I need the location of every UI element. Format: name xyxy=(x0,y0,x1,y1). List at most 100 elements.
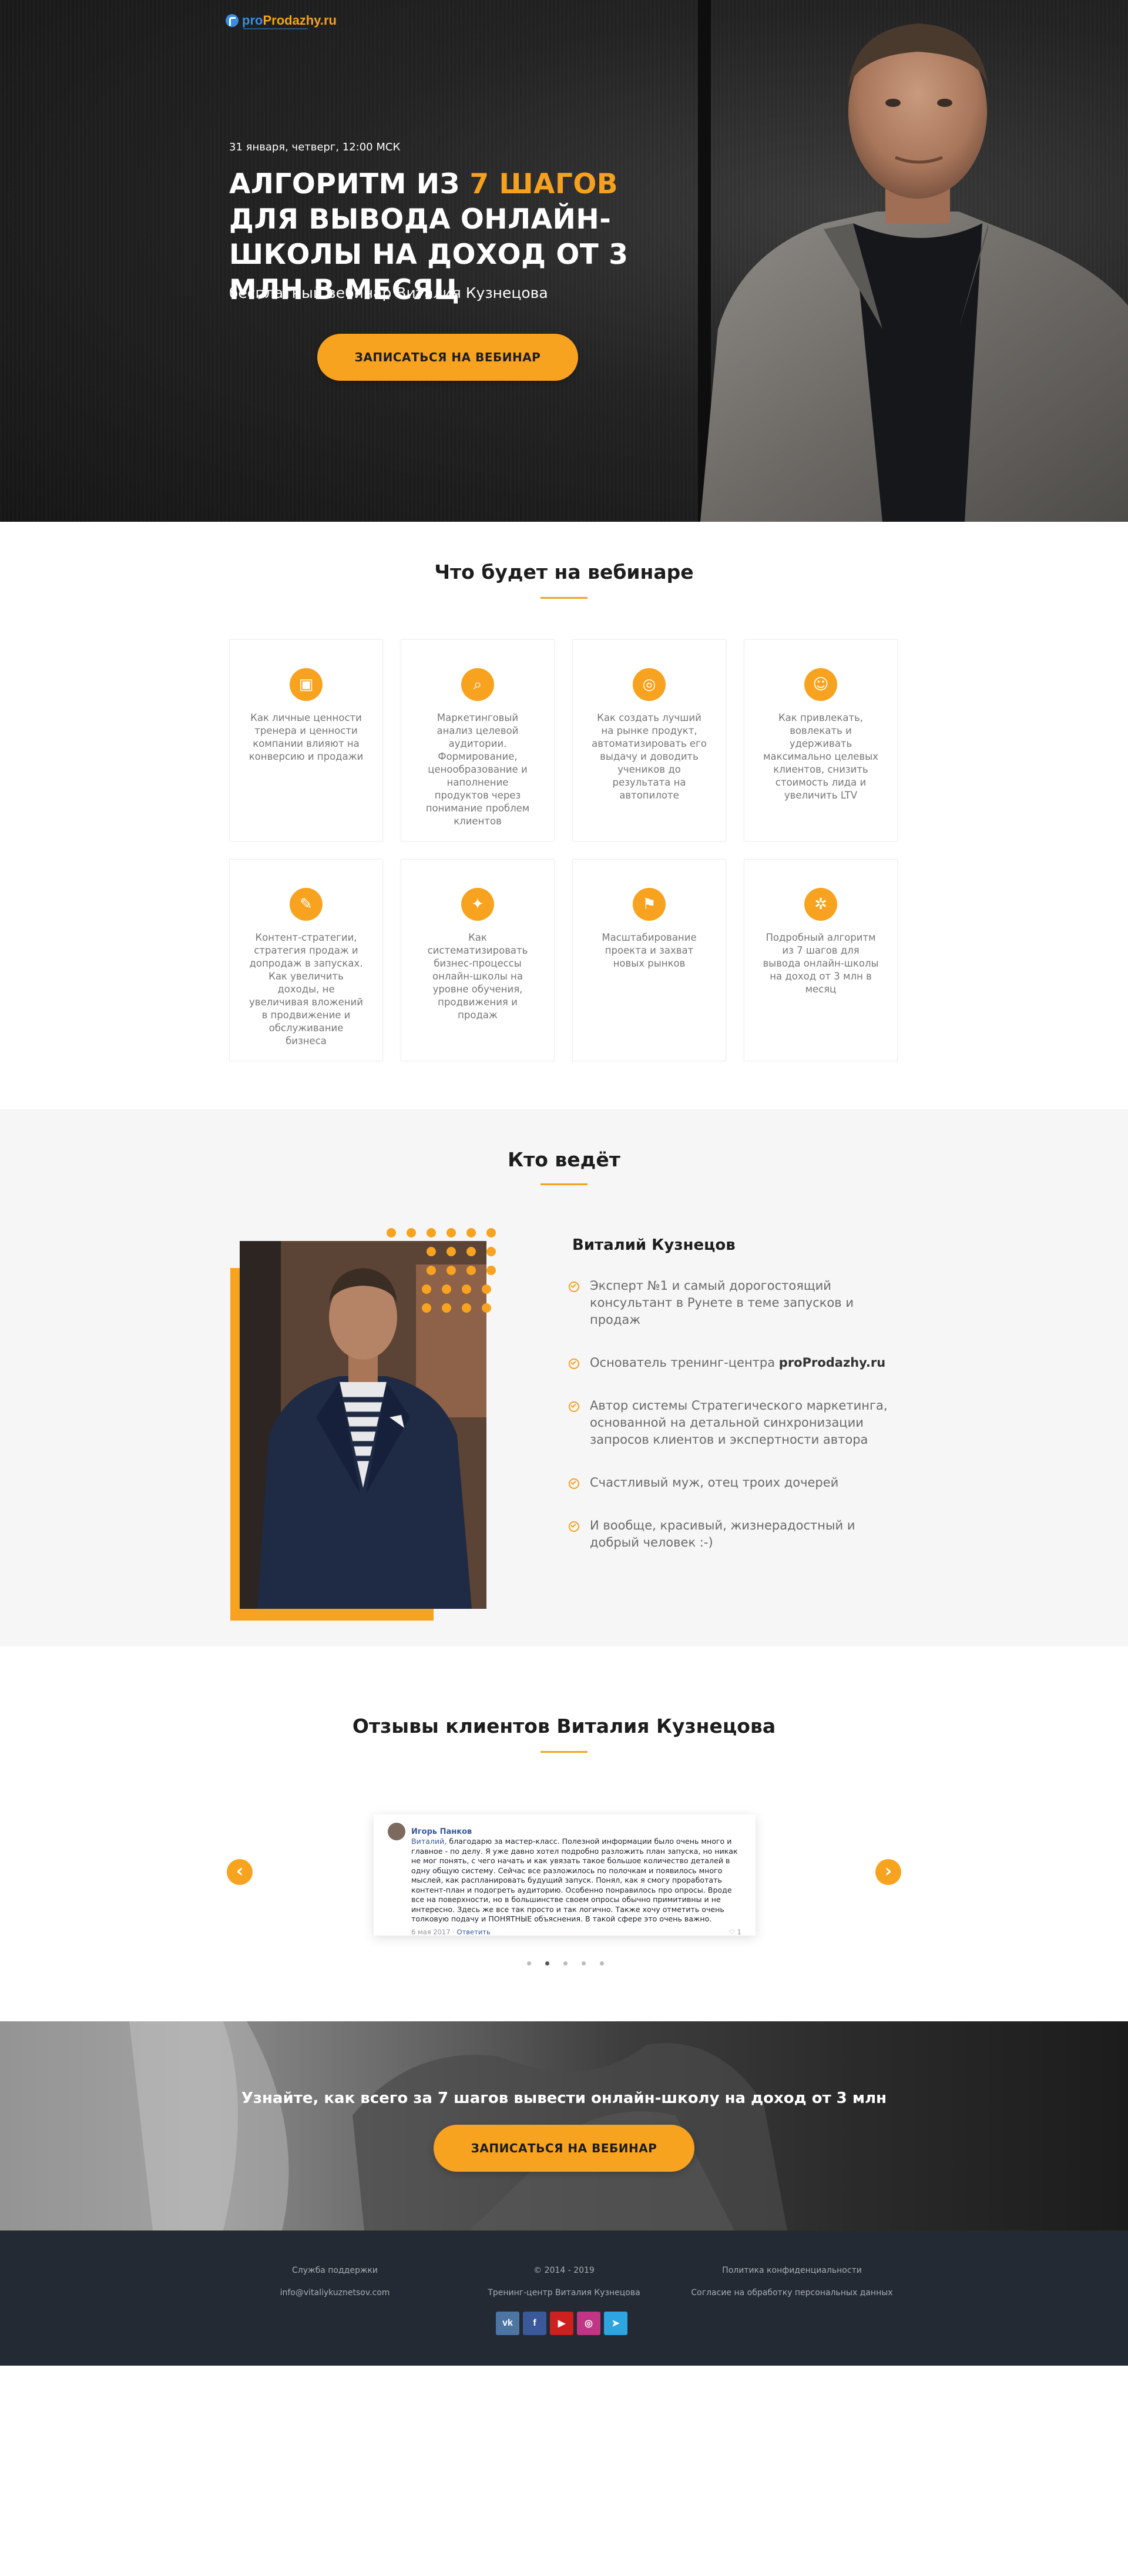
decorative-dot xyxy=(387,1228,396,1237)
social-links: vk f ▶ ◎ ➤ xyxy=(496,2312,627,2335)
decorative-dot xyxy=(466,1228,476,1237)
webinar-topic-text: Как создать лучший на рынке продукт, авт… xyxy=(592,712,707,801)
hero-subtitle: бесплатный вебинар Виталия Кузнецова xyxy=(229,284,548,301)
webinar-topic-text: Как систематизировать бизнес-процессы он… xyxy=(427,932,528,1021)
host-facts-list: Эксперт №1 и самый дорогостоящий консуль… xyxy=(569,1277,898,1577)
host-section-title: Кто ведёт xyxy=(508,1148,620,1171)
review-card: Игорь Панков Виталий, благодарю за масте… xyxy=(374,1814,756,1936)
logo-underline xyxy=(243,28,308,29)
pagination-dot[interactable] xyxy=(545,1961,549,1965)
decorative-dot xyxy=(446,1266,456,1275)
logo[interactable]: proProdazhy.ru xyxy=(226,13,337,29)
host-fact-item: Эксперт №1 и самый дорогостоящий консуль… xyxy=(569,1277,898,1329)
youtube-icon[interactable]: ▶ xyxy=(550,2312,573,2335)
footer-support-title: Служба поддержки xyxy=(291,2266,378,2275)
reviews-prev-button[interactable]: ‹ xyxy=(227,1859,253,1885)
host-fact-text: И вообще, красивый, жизнерадостный и доб… xyxy=(590,1518,855,1549)
webinar-topic-text: Маркетинговый анализ целевой аудитории. … xyxy=(425,712,530,827)
decorative-dot xyxy=(482,1284,491,1294)
webinar-topic-card: ✎ Контент-стратегии, стратегия продаж и д… xyxy=(229,859,383,1061)
logo-icon xyxy=(226,14,239,27)
decorative-dot xyxy=(462,1284,471,1294)
reviewer-avatar xyxy=(388,1823,405,1840)
review-text: Виталий, благодарю за мастер-класс. Поле… xyxy=(411,1837,741,1924)
footer-legal: Политика конфиденциальности Согласие на … xyxy=(691,2266,893,2297)
decorative-dot xyxy=(446,1247,456,1256)
flag-icon: ⚑ xyxy=(633,888,666,921)
review-mention[interactable]: Виталий, xyxy=(411,1837,446,1846)
decorative-dot xyxy=(427,1228,436,1237)
webinar-topic-text: Масштабирование проекта и захват новых р… xyxy=(602,932,697,969)
review-body: благодарю за мастер-класс. Полезной инфо… xyxy=(411,1837,738,1923)
webinar-topic-card: ⌕ Маркетинговый анализ целевой аудитории.… xyxy=(401,639,555,841)
cta-section: Узнайте, как всего за 7 шагов вывести он… xyxy=(0,2021,1128,2230)
host-fact-text: Автор системы Стратегического маркетинга… xyxy=(590,1398,888,1447)
reviews-pagination xyxy=(527,1961,604,1965)
webinar-topic-card: ✦ Как систематизировать бизнес-процессы о… xyxy=(401,859,555,1061)
footer-privacy-link[interactable]: Политика конфиденциальности xyxy=(691,2266,893,2275)
footer-company: © 2014 - 2019 Тренинг-центр Виталия Кузн… xyxy=(484,2266,644,2297)
decorative-dot xyxy=(407,1228,416,1237)
webinar-topic-card: ▣ Как личные ценности тренера и ценности … xyxy=(229,639,383,841)
reviewer-name[interactable]: Игорь Панков xyxy=(411,1827,472,1836)
vk-icon[interactable]: vk xyxy=(496,2312,519,2335)
webinar-topic-card: ◎ Как создать лучший на рынке продукт, ав… xyxy=(572,639,726,841)
decorative-dot xyxy=(427,1247,436,1256)
webinar-topic-text: Как привлекать, вовлекать и удерживать м… xyxy=(763,712,878,801)
webinar-date: 31 января, четверг, 12:00 МСК xyxy=(229,141,401,153)
webinar-topic-card: ⚑ Масштабирование проекта и захват новых … xyxy=(572,859,726,1061)
footer-company-name: Тренинг-центр Виталия Кузнецова xyxy=(488,2288,640,2297)
reviews-next-button[interactable]: › xyxy=(875,1859,901,1885)
host-fact-text: Эксперт №1 и самый дорогостоящий консуль… xyxy=(590,1279,854,1327)
host-title-underline xyxy=(540,1183,588,1185)
host-fact-item: Счастливый муж, отец троих дочерей xyxy=(569,1474,898,1491)
algorithm-icon: ✲ xyxy=(804,888,837,921)
telegram-icon[interactable]: ➤ xyxy=(604,2312,627,2335)
footer: Служба поддержки info@vitaliykuznetsov.c… xyxy=(0,2230,1128,2366)
review-meta: 6 мая 2017 · Ответить ♡ 1 xyxy=(411,1927,741,1936)
customers-icon: ☺ xyxy=(804,668,837,701)
lightbulb-icon: ✦ xyxy=(461,888,494,921)
instagram-icon[interactable]: ◎ xyxy=(577,2312,600,2335)
footer-copyright: © 2014 - 2019 xyxy=(533,2266,595,2275)
webinar-title-underline xyxy=(540,597,588,599)
cta-title: Узнайте, как всего за 7 шагов вывести он… xyxy=(241,2089,887,2107)
decorative-dot xyxy=(446,1228,456,1237)
footer-support-email[interactable]: info@vitaliykuznetsov.com xyxy=(280,2288,390,2297)
review-date: 6 мая 2017 xyxy=(411,1927,451,1936)
reviews-title-underline xyxy=(540,1751,588,1753)
reviews-section-title: Отзывы клиентов Виталия Кузнецова xyxy=(352,1715,776,1738)
footer-consent-link[interactable]: Согласие на обработку персональных данны… xyxy=(691,2288,893,2297)
webinar-topic-card: ✲ Подробный алгоритм из 7 шагов для вывод… xyxy=(744,859,898,1061)
pagination-dot[interactable] xyxy=(527,1961,531,1965)
review-reply-link[interactable]: Ответить xyxy=(457,1928,491,1936)
pagination-dot[interactable] xyxy=(600,1961,604,1965)
decorative-dot xyxy=(486,1228,496,1237)
facebook-icon[interactable]: f xyxy=(523,2312,546,2335)
host-fact-item: Основатель тренинг-центра proProdazhy.ru xyxy=(569,1354,898,1371)
decorative-dot xyxy=(486,1266,496,1275)
register-button[interactable]: Записаться на вебинар xyxy=(317,334,578,381)
host-name: Виталий Кузнецов xyxy=(572,1236,736,1254)
webinar-section-title: Что будет на вебинаре xyxy=(434,561,694,583)
decorative-dot xyxy=(462,1303,471,1313)
webinar-topic-text: Подробный алгоритм из 7 шагов для вывода… xyxy=(763,932,879,995)
decorative-dot xyxy=(422,1303,431,1313)
logo-text: proProdazhy.ru xyxy=(242,13,337,28)
presentation-icon: ▣ xyxy=(290,668,323,701)
host-fact-text: Основатель тренинг-центра xyxy=(590,1356,779,1370)
review-likes: ♡ 1 xyxy=(728,1927,741,1936)
decorative-dots xyxy=(387,1228,504,1328)
pagination-dot[interactable] xyxy=(563,1961,568,1965)
host-fact-highlight: proProdazhy.ru xyxy=(778,1356,886,1370)
cta-register-button[interactable]: Записаться на вебинар xyxy=(434,2125,694,2172)
target-icon: ◎ xyxy=(633,668,666,701)
decorative-dot xyxy=(466,1266,476,1275)
decorative-dot xyxy=(466,1247,476,1256)
host-section: Кто ведёт Виталий Кузнецов Эксперт №1 и … xyxy=(0,1109,1128,1646)
magnifier-analytics-icon: ⌕ xyxy=(461,668,494,701)
pagination-dot[interactable] xyxy=(582,1961,586,1965)
webinar-topic-text: Контент-стратегии, стратегия продаж и до… xyxy=(249,932,363,1046)
host-fact-item: И вообще, красивый, жизнерадостный и доб… xyxy=(569,1517,898,1551)
footer-support: Служба поддержки info@vitaliykuznetsov.c… xyxy=(280,2266,390,2297)
